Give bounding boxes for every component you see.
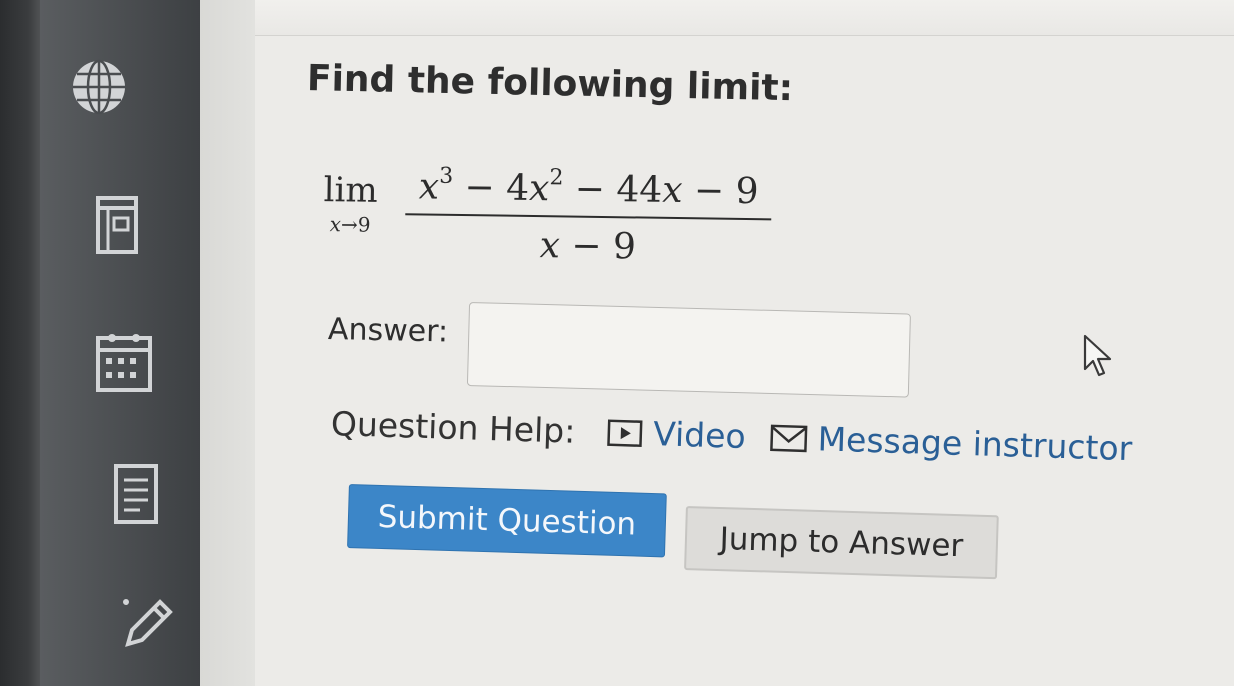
monitor-bezel <box>0 0 40 686</box>
sidebar <box>40 0 200 686</box>
numerator: x3 − 4x2 − 44x − 9 <box>405 163 772 221</box>
answer-input[interactable] <box>466 302 911 398</box>
edit-pencil-icon[interactable] <box>118 594 178 654</box>
denominator: x − 9 <box>539 225 637 268</box>
limit-subscript: x→9 <box>329 212 371 237</box>
limit-fraction: x3 − 4x2 − 44x − 9 x − 9 <box>405 163 772 269</box>
limit-operator: lim x→9 <box>317 170 384 237</box>
envelope-icon <box>770 424 808 452</box>
globe-icon[interactable] <box>70 58 128 116</box>
mouse-cursor-icon <box>1082 333 1114 383</box>
gradebook-icon[interactable] <box>94 194 140 256</box>
content-gutter <box>200 0 255 686</box>
video-link[interactable]: Video <box>607 413 747 457</box>
panel-top-edge <box>255 0 1234 36</box>
submit-question-button[interactable]: Submit Question <box>347 484 667 558</box>
calendar-icon[interactable] <box>94 330 154 394</box>
notes-icon[interactable] <box>112 462 160 526</box>
answer-label: Answer: <box>327 312 449 350</box>
video-play-icon <box>607 418 643 447</box>
screen: Find the following limit: lim x→9 x3 − 4… <box>0 0 1234 686</box>
jump-to-answer-button[interactable]: Jump to Answer <box>684 506 999 580</box>
video-link-label: Video <box>652 414 747 457</box>
lim-word: lim <box>323 170 378 211</box>
question-help-label: Question Help: <box>330 404 576 451</box>
